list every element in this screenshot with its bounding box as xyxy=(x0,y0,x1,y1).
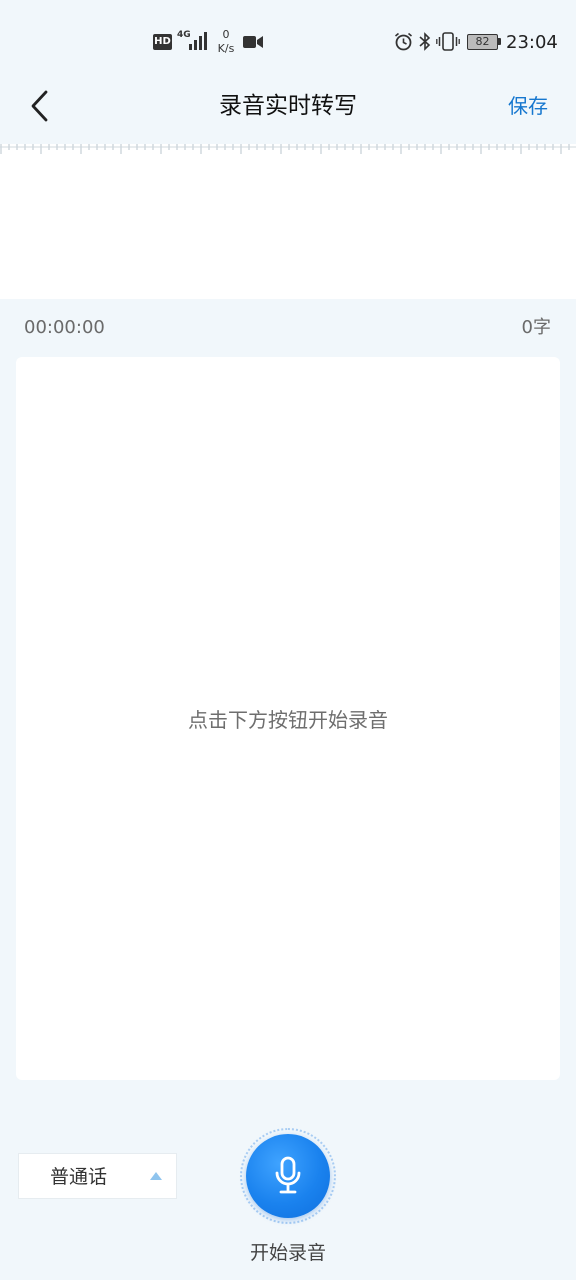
clock: 23:04 xyxy=(506,32,558,53)
word-count: 0字 xyxy=(521,317,551,338)
signal-icon xyxy=(189,32,207,50)
page-title: 录音实时转写 xyxy=(219,93,357,119)
microphone-icon xyxy=(275,1156,301,1194)
language-label: 普通话 xyxy=(50,1166,108,1188)
bluetooth-icon xyxy=(419,32,431,51)
vibrate-icon xyxy=(436,32,460,51)
net-speed-value: 0 xyxy=(222,28,230,41)
battery-level: 82 xyxy=(475,35,490,48)
triangle-up-icon xyxy=(150,1172,162,1180)
save-button[interactable]: 保存 xyxy=(508,91,548,121)
record-label: 开始录音 xyxy=(249,1242,326,1264)
alarm-icon xyxy=(394,32,413,51)
record-button[interactable] xyxy=(246,1134,330,1218)
net-speed: 0 K/s xyxy=(214,28,238,56)
net-speed-unit: K/s xyxy=(217,42,235,55)
video-camera-icon xyxy=(243,36,263,48)
empty-hint: 点击下方按钮开始录音 xyxy=(188,708,388,732)
elapsed-time: 00:00:00 xyxy=(24,317,105,338)
time-ruler xyxy=(0,144,576,154)
battery-icon: 82 xyxy=(467,34,501,50)
status-bar: HD 4G 0 K/s 82 23:04 xyxy=(0,0,576,80)
waveform-area xyxy=(0,144,576,299)
hd-badge: HD xyxy=(153,34,172,50)
language-select[interactable]: 普通话 xyxy=(18,1153,177,1199)
